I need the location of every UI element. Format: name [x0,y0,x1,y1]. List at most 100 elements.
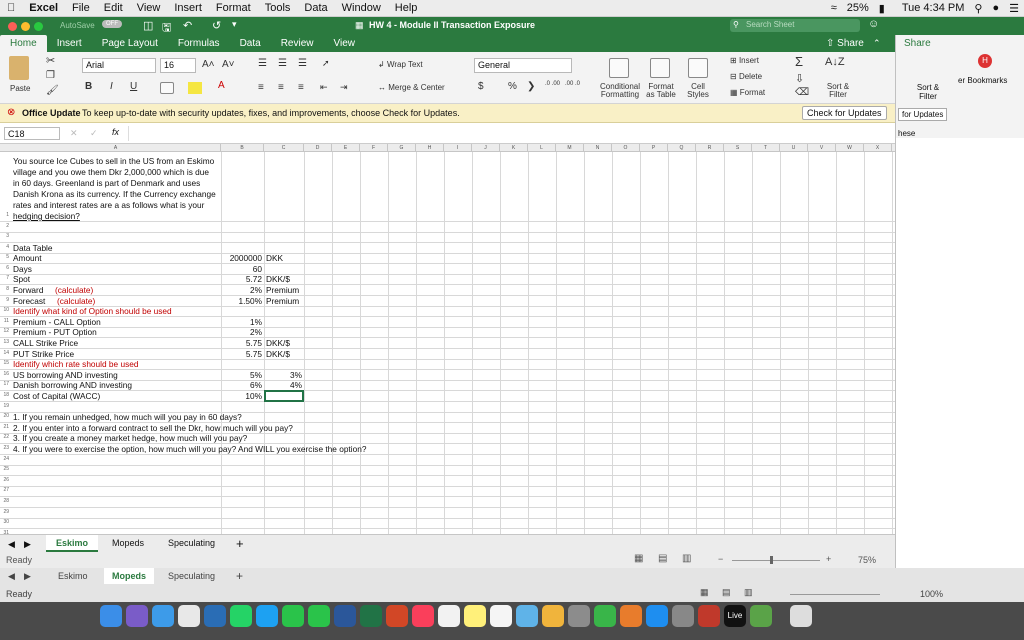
cell-label[interactable]: US borrowing AND investing [13,370,118,380]
clear-icon[interactable]: ⌫ [795,87,809,98]
row-number[interactable]: 13 [0,339,11,345]
cancel-formula-icon[interactable]: ✕ [70,128,78,139]
spotlight-icon[interactable]: ⚲ [969,2,987,15]
menu-window[interactable]: Window [335,2,388,14]
app-store-icon[interactable] [646,605,668,627]
cell-label[interactable]: Premium - PUT Option [13,327,97,337]
column-header-e[interactable]: E [332,144,360,152]
finder-icon[interactable] [100,605,122,627]
cell-value[interactable]: 5.75 [221,338,262,348]
row-number[interactable]: 28 [0,498,11,504]
chrome-icon[interactable] [178,605,200,627]
sheet-tab-eskimo[interactable]: Eskimo [46,535,99,552]
row-number[interactable]: 12 [0,328,11,334]
menu-edit[interactable]: Edit [97,2,130,14]
autosum-icon[interactable]: Σ [795,54,803,69]
twitter-icon[interactable] [256,605,278,627]
align-bottom-icon[interactable]: ☰ [298,58,307,69]
cell-unit[interactable]: Premium [266,296,299,306]
tab-formulas[interactable]: Formulas [168,35,230,52]
format-cells-button[interactable]: ▦ Format [730,88,765,97]
question-text[interactable]: 2. If you enter into a forward contract … [13,423,293,433]
mail-icon[interactable] [204,605,226,627]
column-header-i[interactable]: I [444,144,472,152]
align-center-icon[interactable]: ≡ [278,82,284,93]
cell-label[interactable]: Premium - CALL Option [13,317,101,327]
align-left-icon[interactable]: ≡ [258,82,264,93]
fill-color-icon[interactable] [188,82,202,94]
cell-value[interactable]: 6% [221,380,262,390]
row-number[interactable]: 1 [0,212,11,218]
row-number[interactable]: 11 [0,318,11,324]
close-window-button[interactable] [8,22,17,31]
cell-value[interactable]: 1.50% [221,296,262,306]
cell-value[interactable]: 10% [221,391,262,401]
cell-value[interactable]: 1% [221,317,262,327]
cell-unit[interactable]: DKK/$ [266,274,290,284]
siri-icon[interactable]: ● [987,2,1004,14]
column-header-s[interactable]: S [724,144,752,152]
row-number[interactable]: 24 [0,456,11,462]
cell-label[interactable]: Forward [13,285,43,295]
bg-check-updates-button[interactable]: for Updates [898,108,948,121]
zoom-window-button[interactable] [34,22,43,31]
collapse-ribbon-icon[interactable]: ⌃ [873,38,881,49]
bg-prev-sheet-icon[interactable]: ◀ [8,571,15,582]
tab-insert[interactable]: Insert [47,35,92,52]
system-preferences-icon[interactable] [672,605,694,627]
row-number[interactable]: 15 [0,360,11,366]
column-header-r[interactable]: R [696,144,724,152]
row-number[interactable]: 21 [0,424,11,430]
launchpad-icon[interactable] [126,605,148,627]
merge-center-button[interactable]: ↔ Merge & Center [378,83,445,92]
align-right-icon[interactable]: ≡ [298,82,304,93]
safari-icon[interactable] [152,605,174,627]
column-header-f[interactable]: F [360,144,388,152]
font-size-select[interactable]: 16 [160,58,196,73]
sort-filter-label[interactable]: Sort & Filter [826,83,850,99]
feedback-smiley-icon[interactable]: ☺ [868,18,879,30]
row-number[interactable]: 19 [0,403,11,409]
redo-icon[interactable]: ↺ [212,19,221,32]
zoom-in-icon[interactable]: + [826,554,831,564]
row-number[interactable]: 18 [0,392,11,398]
question-text[interactable]: 4. If you were to exercise the option, h… [13,444,366,454]
menu-file[interactable]: File [65,2,97,14]
row-number[interactable]: 8 [0,286,11,292]
cell-unit[interactable]: Premium [266,285,299,295]
align-middle-icon[interactable]: ☰ [278,58,287,69]
cell-label[interactable]: Cost of Capital (WACC) [13,391,100,401]
notes-icon[interactable] [464,605,486,627]
column-header-n[interactable]: N [584,144,612,152]
formula-input[interactable] [128,126,893,141]
row-number[interactable]: 16 [0,371,11,377]
row-number[interactable]: 10 [0,307,11,313]
row-number[interactable]: 4 [0,244,11,250]
align-top-icon[interactable]: ☰ [258,58,267,69]
menu-view[interactable]: View [130,2,168,14]
conditional-formatting-icon[interactable] [609,58,629,78]
row-number[interactable]: 2 [0,223,11,229]
menu-tools[interactable]: Tools [258,2,298,14]
conditional-formatting-label[interactable]: Conditional Formatting [598,83,642,99]
next-sheet-icon[interactable]: ▶ [24,539,31,550]
clock[interactable]: Tue 4:34 PM [890,2,970,14]
underline-button[interactable]: U [130,81,137,92]
check-for-updates-button[interactable]: Check for Updates [802,106,887,120]
cell-value[interactable]: 5.75 [221,349,262,359]
selected-cell-c18[interactable] [264,390,304,402]
zoom-out-icon[interactable]: − [718,554,723,564]
increase-font-icon[interactable]: A˄ [202,59,215,70]
wifi-icon[interactable]: ≈ [826,2,842,14]
row-number[interactable]: 5 [0,254,11,260]
dismiss-update-icon[interactable]: ⊗ [7,107,15,118]
notification-center-icon[interactable]: ☰ [1004,2,1024,15]
undo-icon[interactable]: ↶ [183,19,192,32]
row-number[interactable]: 6 [0,265,11,271]
cell-styles-label[interactable]: Cell Styles [685,83,711,99]
paste-icon[interactable] [9,56,29,80]
decrease-indent-icon[interactable]: ⇤ [320,82,328,93]
facetime-icon[interactable] [282,605,304,627]
cell-value[interactable]: 60 [221,264,262,274]
zoom-slider[interactable] [732,560,820,561]
